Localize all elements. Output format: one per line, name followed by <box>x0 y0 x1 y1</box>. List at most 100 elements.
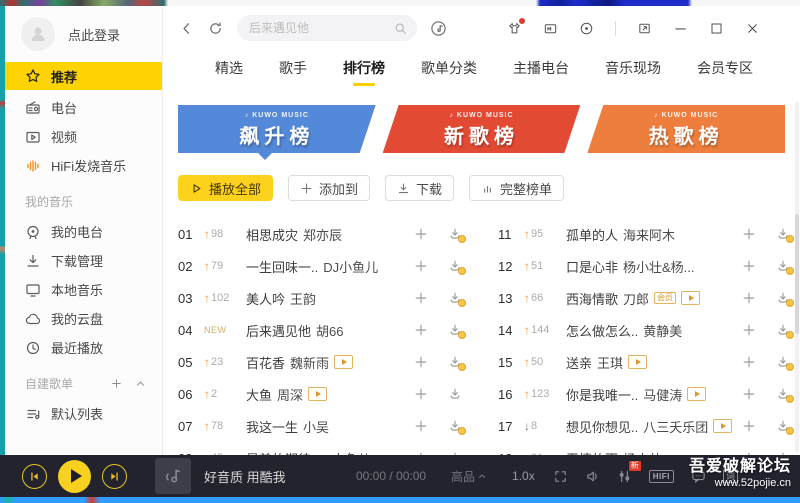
banner-1[interactable]: ♪ KUWO MUSIC 新歌榜 <box>383 105 581 153</box>
tab-6[interactable]: 会员专区 <box>697 58 753 90</box>
add-to-button[interactable]: 添加到 <box>288 175 371 201</box>
sidebar-item-cloud[interactable]: 我的云盘 <box>5 304 162 333</box>
song-row[interactable]: 16 ↑ 123 你是我唯一.. 马健涛 <box>498 378 798 410</box>
full-chart-button[interactable]: 完整榜单 <box>469 175 565 201</box>
sidebar-item-video[interactable]: 视频 <box>5 122 162 151</box>
maximize-icon[interactable] <box>709 21 724 36</box>
tab-1[interactable]: 歌手 <box>279 58 307 90</box>
mv-icon[interactable] <box>334 355 354 369</box>
tab-5[interactable]: 音乐现场 <box>605 58 661 90</box>
song-row[interactable]: 14 ↑ 144 怎么做怎么.. 黄静美 <box>498 314 798 346</box>
sidebar-item-broadcast[interactable]: 我的电台 <box>5 217 162 246</box>
previous-track-button[interactable] <box>22 463 47 489</box>
hifi-mode-button[interactable]: HIFI <box>648 469 674 483</box>
tab-3[interactable]: 歌单分类 <box>421 58 477 90</box>
download-song-icon[interactable] <box>448 227 466 243</box>
sidebar-item-star[interactable]: 推荐 <box>5 62 162 90</box>
sidebar-item-monitor[interactable]: 本地音乐 <box>5 275 162 304</box>
download-song-icon[interactable] <box>776 355 794 371</box>
add-to-playlist-icon[interactable] <box>742 419 756 433</box>
settings-icon[interactable] <box>579 21 594 36</box>
music-recognition-icon[interactable] <box>430 20 447 37</box>
play-button[interactable] <box>58 459 91 493</box>
download-song-icon[interactable] <box>776 387 794 403</box>
collapse-playlists-icon[interactable] <box>135 378 146 389</box>
avatar[interactable] <box>21 17 55 51</box>
quality-selector[interactable]: 高品 <box>451 468 486 485</box>
scrollbar-thumb[interactable] <box>795 214 799 334</box>
download-song-icon[interactable] <box>776 227 794 243</box>
add-to-playlist-icon[interactable] <box>742 355 756 369</box>
add-to-playlist-icon[interactable] <box>414 291 428 305</box>
search-input[interactable] <box>247 20 394 36</box>
volume-icon[interactable] <box>585 469 600 484</box>
album-art[interactable] <box>155 458 191 494</box>
download-song-icon[interactable] <box>448 355 466 371</box>
sidebar-item-radio[interactable]: 电台 <box>5 93 162 122</box>
song-row[interactable]: 11 ↑ 95 孤单的人 海来阿木 <box>498 218 798 250</box>
skin-icon[interactable] <box>507 17 525 36</box>
login-area[interactable]: 点此登录 <box>5 6 162 60</box>
play-all-button[interactable]: 播放全部 <box>178 175 274 201</box>
sound-effect-icon[interactable]: 新 <box>617 460 641 484</box>
download-song-icon[interactable] <box>776 323 794 339</box>
banner-0[interactable]: ♪ KUWO MUSIC 飙升榜 <box>178 105 376 153</box>
add-to-playlist-icon[interactable] <box>414 323 428 337</box>
sidebar-item-clock[interactable]: 最近播放 <box>5 333 162 362</box>
song-row[interactable]: 13 ↑ 66 西海情歌 刀郎 会员 <box>498 282 798 314</box>
add-to-playlist-icon[interactable] <box>414 419 428 433</box>
download-song-icon[interactable] <box>448 387 462 401</box>
song-row[interactable]: 07 ↑ 78 我这一生 小吴 <box>178 410 470 442</box>
sidebar-item-playlist[interactable]: 默认列表 <box>5 399 162 428</box>
song-row[interactable]: 03 ↑ 102 美人吟 王韵 <box>178 282 470 314</box>
download-song-icon[interactable] <box>448 291 466 307</box>
song-row[interactable]: 04 NEW 后来遇见他 胡66 <box>178 314 470 346</box>
add-to-playlist-icon[interactable] <box>414 259 428 273</box>
mv-icon[interactable] <box>713 419 733 433</box>
tab-0[interactable]: 精选 <box>215 58 243 90</box>
add-to-playlist-icon[interactable] <box>414 227 428 241</box>
banner-2[interactable]: ♪ KUWO MUSIC 热歌榜 <box>587 105 786 153</box>
song-row[interactable]: 06 ↑ 2 大鱼 周深 <box>178 378 470 410</box>
song-row[interactable]: 17 ↓ 8 想见你想见.. 八三夭乐团 <box>498 410 798 442</box>
add-to-playlist-icon[interactable] <box>742 323 756 337</box>
song-row[interactable]: 02 ↑ 79 一生回味一.. DJ小鱼儿 <box>178 250 470 282</box>
add-to-playlist-icon[interactable] <box>742 259 756 273</box>
download-button[interactable]: 下载 <box>385 175 455 201</box>
search-box[interactable] <box>237 15 417 41</box>
add-to-playlist-icon[interactable] <box>414 355 428 369</box>
download-song-icon[interactable] <box>776 419 794 435</box>
download-song-icon[interactable] <box>776 291 794 307</box>
mv-icon[interactable] <box>687 387 707 401</box>
miniplayer-icon[interactable] <box>543 21 558 36</box>
add-to-playlist-icon[interactable] <box>414 387 428 401</box>
song-row[interactable]: 08↑45最美的期待DJ小鱼儿 <box>178 442 470 455</box>
sidebar-item-hifi[interactable]: HiFi发烧音乐 <box>5 151 162 180</box>
minimize-icon[interactable] <box>673 21 688 36</box>
refresh-icon[interactable] <box>208 21 223 36</box>
close-icon[interactable] <box>745 21 760 36</box>
scrollbar[interactable] <box>795 102 799 452</box>
song-row[interactable]: 12 ↑ 51 口是心非 杨小壮&杨... <box>498 250 798 282</box>
next-track-button[interactable] <box>102 463 127 489</box>
add-to-playlist-icon[interactable] <box>742 291 756 305</box>
sidebar-item-download[interactable]: 下载管理 <box>5 246 162 275</box>
tab-4[interactable]: 主播电台 <box>513 58 569 90</box>
download-song-icon[interactable] <box>448 419 466 435</box>
mv-icon[interactable] <box>308 387 328 401</box>
playback-speed[interactable]: 1.0x <box>512 469 535 483</box>
tab-2[interactable]: 排行榜 <box>343 58 385 90</box>
add-to-playlist-icon[interactable] <box>742 387 756 401</box>
add-playlist-icon[interactable] <box>111 378 122 389</box>
song-row[interactable]: 01 ↑ 98 相思成灾 郑亦辰 <box>178 218 470 250</box>
download-song-icon[interactable] <box>776 259 794 275</box>
download-song-icon[interactable] <box>448 323 466 339</box>
add-to-playlist-icon[interactable] <box>742 227 756 241</box>
back-icon[interactable] <box>179 21 194 36</box>
mv-fullscreen-icon[interactable] <box>553 469 568 484</box>
search-icon[interactable] <box>394 22 407 35</box>
mv-icon[interactable] <box>681 291 701 305</box>
song-row[interactable]: 05 ↑ 23 百花香 魏新雨 <box>178 346 470 378</box>
song-row[interactable]: 18↑21无情的雨杨小壮 <box>498 442 798 455</box>
download-song-icon[interactable] <box>448 259 466 275</box>
